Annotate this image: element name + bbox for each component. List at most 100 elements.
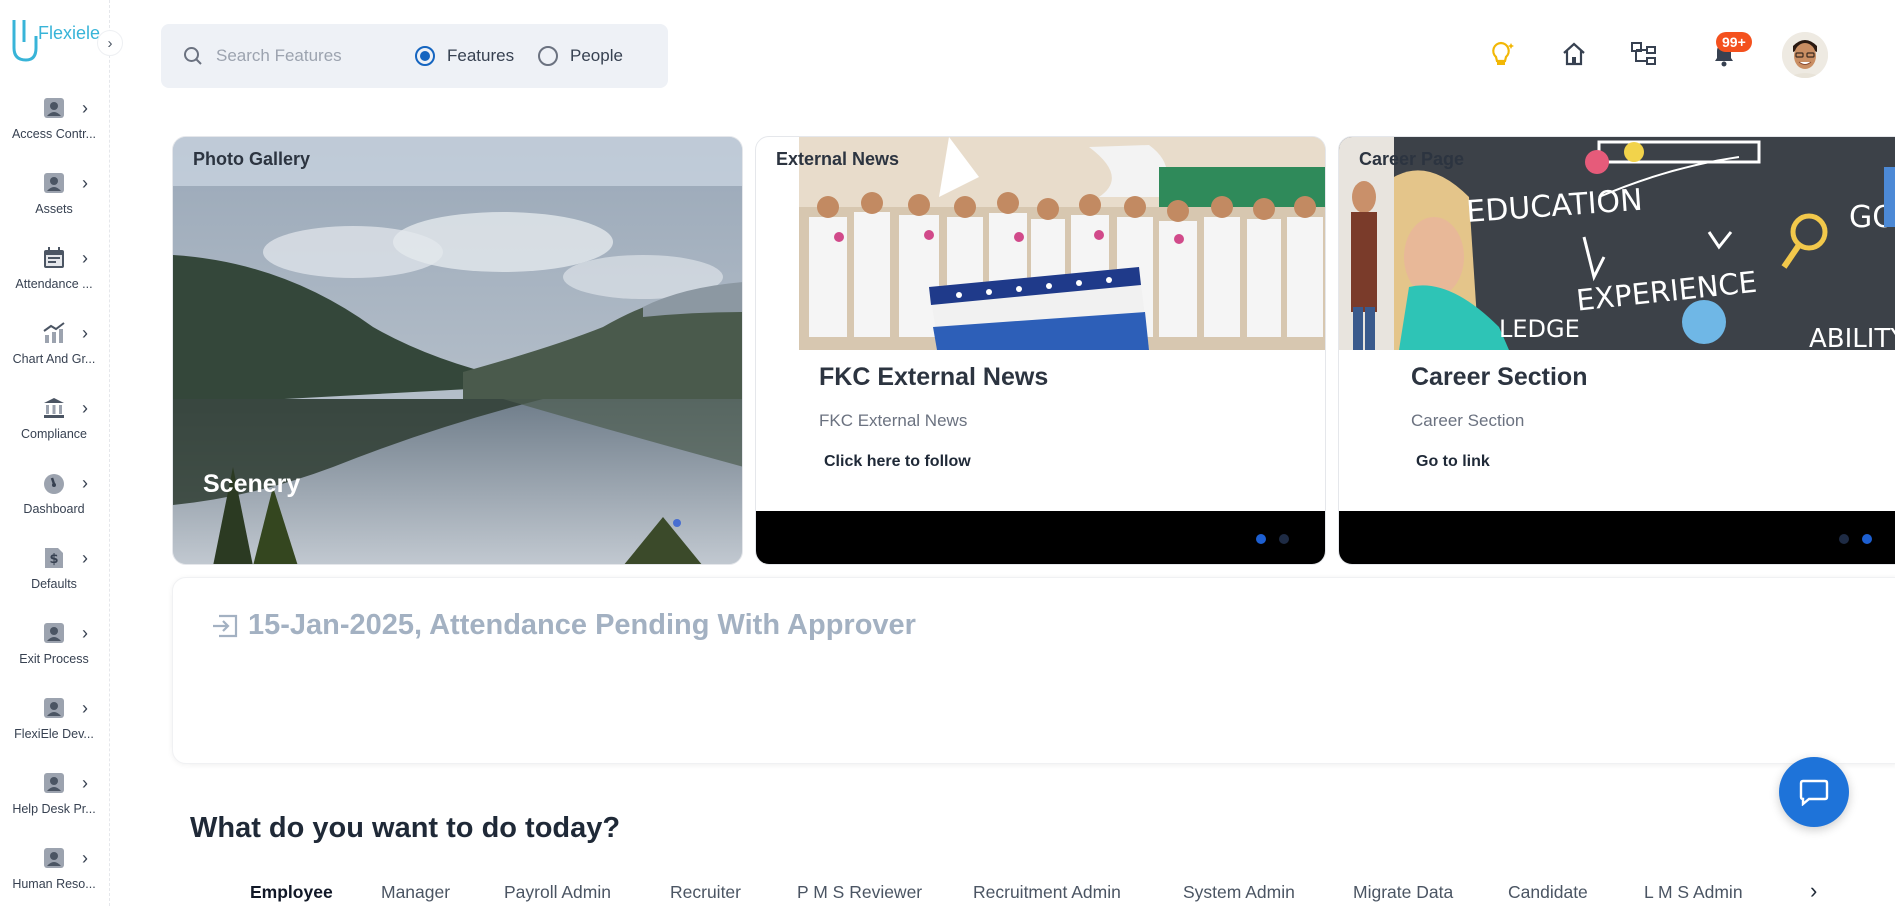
news-subtitle: FKC External News (819, 411, 968, 430)
sidebar-item-access-control[interactable]: › Access Contr... (0, 96, 108, 170)
tab-employee[interactable]: Employee (250, 882, 333, 903)
sidebar: Flexiele › › Access Contr... › Assets › … (0, 0, 123, 906)
bank-icon (44, 398, 64, 418)
card-footer (1339, 511, 1895, 564)
chevron-right-icon: › (82, 548, 88, 568)
chat-icon (1799, 779, 1829, 806)
sidebar-item-label: Human Reso... (12, 877, 96, 891)
section-title: What do you want to do today? (190, 812, 621, 844)
sidebar-item-human-resources[interactable]: › Human Reso... (0, 846, 108, 906)
tab-manager[interactable]: Manager (381, 882, 450, 903)
career-subtitle: Career Section (1411, 411, 1525, 430)
carousel-dot[interactable] (1279, 534, 1289, 544)
radio-features[interactable]: Features (415, 46, 514, 66)
user-icon (44, 698, 64, 718)
brand-name: Flexiele (38, 23, 101, 43)
sidebar-item-label: Compliance (20, 427, 87, 441)
tab-recruitment-admin[interactable]: Recruitment Admin (973, 882, 1121, 903)
sidebar-item-label: FlexiEle Dev... (14, 727, 94, 741)
radio-label: People (570, 46, 623, 65)
attendance-status-text: 15-Jan-2025, Attendance Pending With App… (248, 609, 916, 641)
search-input[interactable] (216, 44, 366, 68)
notification-badge: 99+ (1716, 32, 1752, 52)
follow-link[interactable]: Click here to follow (824, 453, 971, 471)
svg-text:$: $ (49, 552, 58, 567)
sidebar-item-flexiele-dev[interactable]: › FlexiEle Dev... (0, 696, 108, 770)
tab-lms-admin[interactable]: L M S Admin (1644, 882, 1743, 903)
tab-candidate[interactable]: Candidate (1508, 882, 1588, 903)
external-news-card[interactable]: External News FKC External News FKC Exte… (755, 136, 1326, 565)
radio-people[interactable]: People (538, 46, 623, 66)
org-chart-icon[interactable] (1630, 40, 1658, 68)
card-header: Photo Gallery (173, 137, 742, 186)
calendar-icon (44, 247, 64, 268)
search-bar: Features People (161, 24, 668, 88)
tabs-next-button[interactable]: › (1810, 878, 1817, 904)
sidebar-item-label: Attendance ... (15, 277, 93, 291)
tab-payroll-admin[interactable]: Payroll Admin (504, 882, 611, 903)
card-header: External News (776, 149, 900, 169)
sidebar-expand-button[interactable]: › (97, 30, 123, 56)
chevron-right-icon: › (82, 698, 88, 718)
chevron-right-icon: › (107, 34, 113, 52)
chevron-right-icon: › (82, 473, 88, 493)
user-icon (44, 623, 64, 643)
career-page-card[interactable]: EDUCATION EXPERIENCE LEDGE GO ABILITY Ca… (1338, 136, 1895, 565)
card-footer (756, 511, 1325, 564)
sidebar-item-attendance[interactable]: › Attendance ... (0, 246, 108, 320)
carousel-dot[interactable] (1256, 534, 1266, 544)
sidebar-item-compliance[interactable]: › Compliance (0, 396, 108, 470)
sidebar-item-assets[interactable]: › Assets (0, 171, 108, 245)
sidebar-item-help-desk[interactable]: › Help Desk Pr... (0, 771, 108, 845)
dollar-doc-icon: $ (45, 548, 63, 568)
tab-recruiter[interactable]: Recruiter (670, 882, 741, 903)
gauge-icon (44, 474, 64, 494)
tab-migrate-data[interactable]: Migrate Data (1353, 882, 1453, 903)
sidebar-item-label: Dashboard (23, 502, 85, 516)
card-header: Career Page (1359, 149, 1465, 169)
tab-system-admin[interactable]: System Admin (1183, 882, 1295, 903)
svg-text:LEDGE: LEDGE (1499, 315, 1580, 343)
sidebar-item-label: Exit Process (19, 652, 89, 666)
chevron-right-icon: › (82, 398, 88, 418)
sidebar-item-label: Chart And Gr... (12, 352, 96, 366)
radio-unselected-icon (538, 46, 558, 66)
radio-selected-icon (415, 46, 435, 66)
career-title: Career Section (1411, 363, 1588, 391)
sidebar-item-label: Access Contr... (11, 127, 97, 141)
chevron-right-icon: › (1810, 878, 1818, 903)
user-avatar-icon (1782, 32, 1828, 78)
tab-pms-reviewer[interactable]: P M S Reviewer (797, 882, 922, 903)
sidebar-item-exit-process[interactable]: › Exit Process (0, 621, 108, 695)
search-icon (184, 47, 202, 65)
login-arrow-icon (213, 614, 238, 638)
home-icon[interactable] (1560, 40, 1588, 68)
sidebar-item-defaults[interactable]: $ › Defaults (0, 546, 108, 620)
photo-gallery-card[interactable]: Photo Gallery Scenery (172, 136, 743, 565)
gallery-caption: Scenery (203, 470, 301, 498)
chevron-right-icon: › (82, 248, 88, 268)
carousel-dot[interactable] (673, 519, 681, 527)
carousel-dot[interactable] (1862, 534, 1872, 544)
user-icon (44, 173, 64, 193)
chevron-right-icon: › (82, 98, 88, 118)
chevron-right-icon: › (82, 848, 88, 868)
lightbulb-icon[interactable] (1489, 40, 1517, 68)
carousel-dot[interactable] (1839, 534, 1849, 544)
sidebar-item-label: Help Desk Pr... (12, 802, 96, 816)
scenery-image (173, 137, 742, 564)
svg-text:ABILITY: ABILITY (1809, 324, 1895, 350)
logo-mark-icon (12, 20, 38, 62)
user-icon (44, 848, 64, 868)
sidebar-item-dashboard[interactable]: › Dashboard (0, 471, 108, 545)
chevron-right-icon: › (82, 623, 88, 643)
user-icon (44, 773, 64, 793)
chat-button[interactable] (1779, 757, 1849, 827)
career-link[interactable]: Go to link (1416, 453, 1490, 471)
radio-label: Features (447, 46, 515, 65)
sidebar-item-chart-and-graphs[interactable]: › Chart And Gr... (0, 321, 108, 395)
user-icon (44, 98, 64, 118)
brand-logo[interactable]: Flexiele (8, 14, 100, 68)
sidebar-item-label: Defaults (31, 577, 77, 591)
avatar[interactable] (1782, 32, 1828, 78)
